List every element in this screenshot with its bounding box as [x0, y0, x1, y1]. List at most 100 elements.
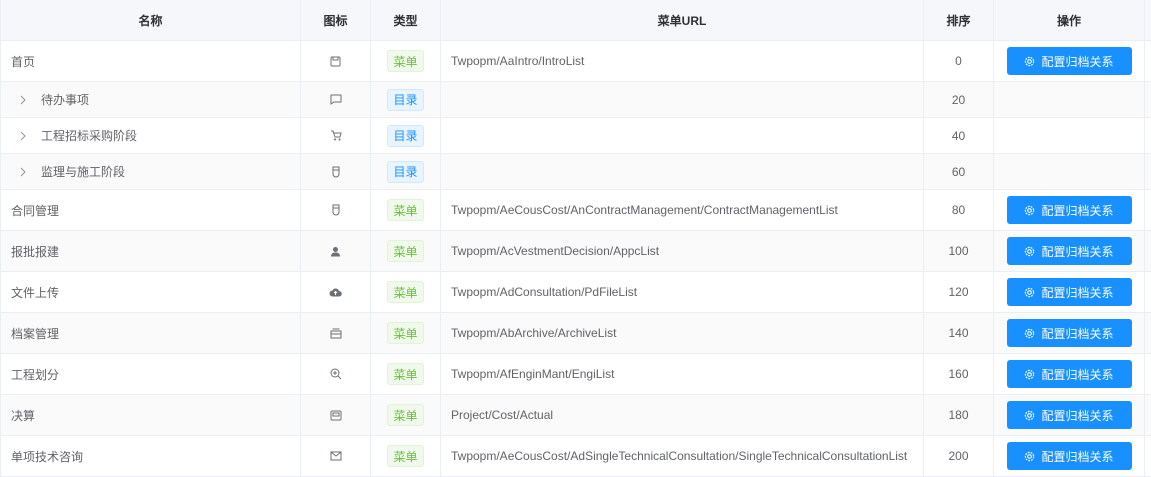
cell-type: 菜单: [371, 395, 441, 435]
cell-order: 180: [924, 395, 994, 435]
cell-order: 140: [924, 313, 994, 353]
cell-icon: [301, 82, 371, 117]
configure-archive-label: 配置归档关系: [1041, 285, 1114, 300]
cell-icon: [301, 231, 371, 271]
cell-type: 目录: [371, 154, 441, 189]
configure-archive-button[interactable]: 配置归档关系: [1006, 47, 1132, 75]
cell-icon: [301, 313, 371, 353]
configure-archive-button[interactable]: 配置归档关系: [1006, 319, 1132, 347]
type-tag: 目录: [387, 124, 424, 147]
header-url[interactable]: 菜单URL: [441, 0, 924, 40]
cell-name: 待办事项: [1, 82, 301, 117]
cell-type: 菜单: [371, 190, 441, 230]
cell-ops: [994, 82, 1145, 117]
menu-name: 首页: [11, 54, 36, 69]
cell-url: Project/Cost/Actual: [441, 395, 924, 435]
cell-order: 0: [924, 41, 994, 81]
cell-ops: 配置归档关系: [994, 436, 1145, 476]
cell-name: 合同管理: [1, 190, 301, 230]
gear-icon: [1024, 451, 1035, 462]
configure-archive-button[interactable]: 配置归档关系: [1006, 401, 1132, 429]
cell-icon: [301, 395, 371, 435]
cell-url: Twpopm/AeCousCost/AdSingleTechnicalConsu…: [441, 436, 924, 476]
table-body: 首页 菜单 Twpopm/AaIntro/IntroList 0 配置归档关系 待办事项目…: [1, 41, 1151, 477]
chevron-right-icon[interactable]: [15, 128, 31, 144]
cell-type: 菜单: [371, 41, 441, 81]
cell-order: 20: [924, 82, 994, 117]
cell-icon: [301, 154, 371, 189]
type-tag: 目录: [387, 88, 424, 111]
cell-order: 100: [924, 231, 994, 271]
table-header: 名称 图标 类型 菜单URL 排序 操作: [1, 0, 1151, 41]
menu-name: 报批报建: [11, 244, 60, 259]
configure-archive-label: 配置归档关系: [1041, 367, 1114, 382]
configure-archive-label: 配置归档关系: [1041, 326, 1114, 341]
table-row[interactable]: 首页 菜单 Twpopm/AaIntro/IntroList 0 配置归档关系: [1, 41, 1151, 82]
menu-order: 80: [951, 203, 966, 217]
configure-archive-button[interactable]: 配置归档关系: [1006, 278, 1132, 306]
table-row[interactable]: 工程划分 菜单 Twpopm/AfEnginMant/EngiList 160 配置归档…: [1, 354, 1151, 395]
menu-order: 40: [951, 128, 966, 143]
menu-order: 160: [948, 367, 969, 381]
table-row[interactable]: 待办事项 目录 20: [1, 82, 1151, 118]
menu-name: 工程招标采购阶段: [41, 129, 138, 143]
cell-type: 菜单: [371, 272, 441, 312]
header-icon[interactable]: 图标: [301, 0, 371, 40]
configure-archive-button[interactable]: 配置归档关系: [1006, 196, 1132, 224]
calc-icon: [329, 408, 343, 422]
header-name[interactable]: 名称: [1, 0, 301, 40]
configure-archive-button[interactable]: 配置归档关系: [1006, 360, 1132, 388]
configure-archive-button[interactable]: 配置归档关系: [1006, 442, 1132, 470]
menu-name: 合同管理: [11, 203, 60, 218]
table-row[interactable]: 报批报建 菜单 Twpopm/AcVestmentDecision/AppcList…: [1, 231, 1151, 272]
table-row[interactable]: 决算 菜单 Project/Cost/Actual 180 配置归档关系: [1, 395, 1151, 436]
table-row[interactable]: 合同管理 菜单 Twpopm/AeCousCost/AnContractManage…: [1, 190, 1151, 231]
user-icon: [329, 244, 343, 258]
configure-archive-label: 配置归档关系: [1041, 408, 1114, 423]
table-row[interactable]: 文件上传 菜单 Twpopm/AdConsultation/PdFileList 12…: [1, 272, 1151, 313]
cell-icon: [301, 272, 371, 312]
menu-url: Twpopm/AaIntro/IntroList: [451, 54, 585, 68]
cell-ops: 配置归档关系: [994, 313, 1145, 353]
menu-url: Twpopm/AbArchive/ArchiveList: [451, 326, 617, 340]
menu-table: 名称 图标 类型 菜单URL 排序 操作 首页 菜单 Twpopm/AaIntro/…: [0, 0, 1151, 477]
menu-name: 待办事项: [41, 93, 90, 107]
header-type[interactable]: 类型: [371, 0, 441, 40]
cell-order: 80: [924, 190, 994, 230]
table-row[interactable]: 工程招标采购阶段 目录 40: [1, 118, 1151, 154]
cup-icon: [329, 165, 343, 179]
cell-name: 首页: [1, 41, 301, 81]
cell-ops: 配置归档关系: [994, 395, 1145, 435]
cell-type: 菜单: [371, 313, 441, 353]
configure-archive-label: 配置归档关系: [1041, 449, 1114, 464]
configure-archive-label: 配置归档关系: [1041, 203, 1114, 218]
box-icon: [329, 326, 343, 340]
cart-icon: [329, 129, 343, 143]
table-row[interactable]: 监理与施工阶段 目录 60: [1, 154, 1151, 190]
cell-ops: 配置归档关系: [994, 354, 1145, 394]
cell-icon: [301, 354, 371, 394]
menu-order: 20: [951, 92, 966, 107]
cell-url: Twpopm/AaIntro/IntroList: [441, 41, 924, 81]
cloud-upload-icon: [329, 285, 343, 299]
cell-ops: [994, 154, 1145, 189]
gear-icon: [1024, 205, 1035, 216]
cell-order: 60: [924, 154, 994, 189]
zoom-in-icon: [329, 367, 343, 381]
type-tag: 菜单: [387, 404, 424, 426]
chevron-right-icon[interactable]: [15, 164, 31, 180]
type-tag: 菜单: [387, 199, 424, 221]
gear-icon: [1024, 410, 1035, 421]
cell-order: 120: [924, 272, 994, 312]
configure-archive-button[interactable]: 配置归档关系: [1006, 237, 1132, 265]
table-row[interactable]: 单项技术咨询 菜单 Twpopm/AeCousCost/AdSingleTechni…: [1, 436, 1151, 477]
table-row[interactable]: 档案管理 菜单 Twpopm/AbArchive/ArchiveList 140 配置归…: [1, 313, 1151, 354]
type-tag: 菜单: [387, 281, 424, 303]
header-ops[interactable]: 操作: [994, 0, 1145, 40]
cell-url: Twpopm/AeCousCost/AnContractManagement/C…: [441, 190, 924, 230]
header-order[interactable]: 排序: [924, 0, 994, 40]
save-icon: [329, 54, 343, 68]
cell-name: 报批报建: [1, 231, 301, 271]
chevron-right-icon[interactable]: [15, 92, 31, 108]
gear-icon: [1024, 328, 1035, 339]
